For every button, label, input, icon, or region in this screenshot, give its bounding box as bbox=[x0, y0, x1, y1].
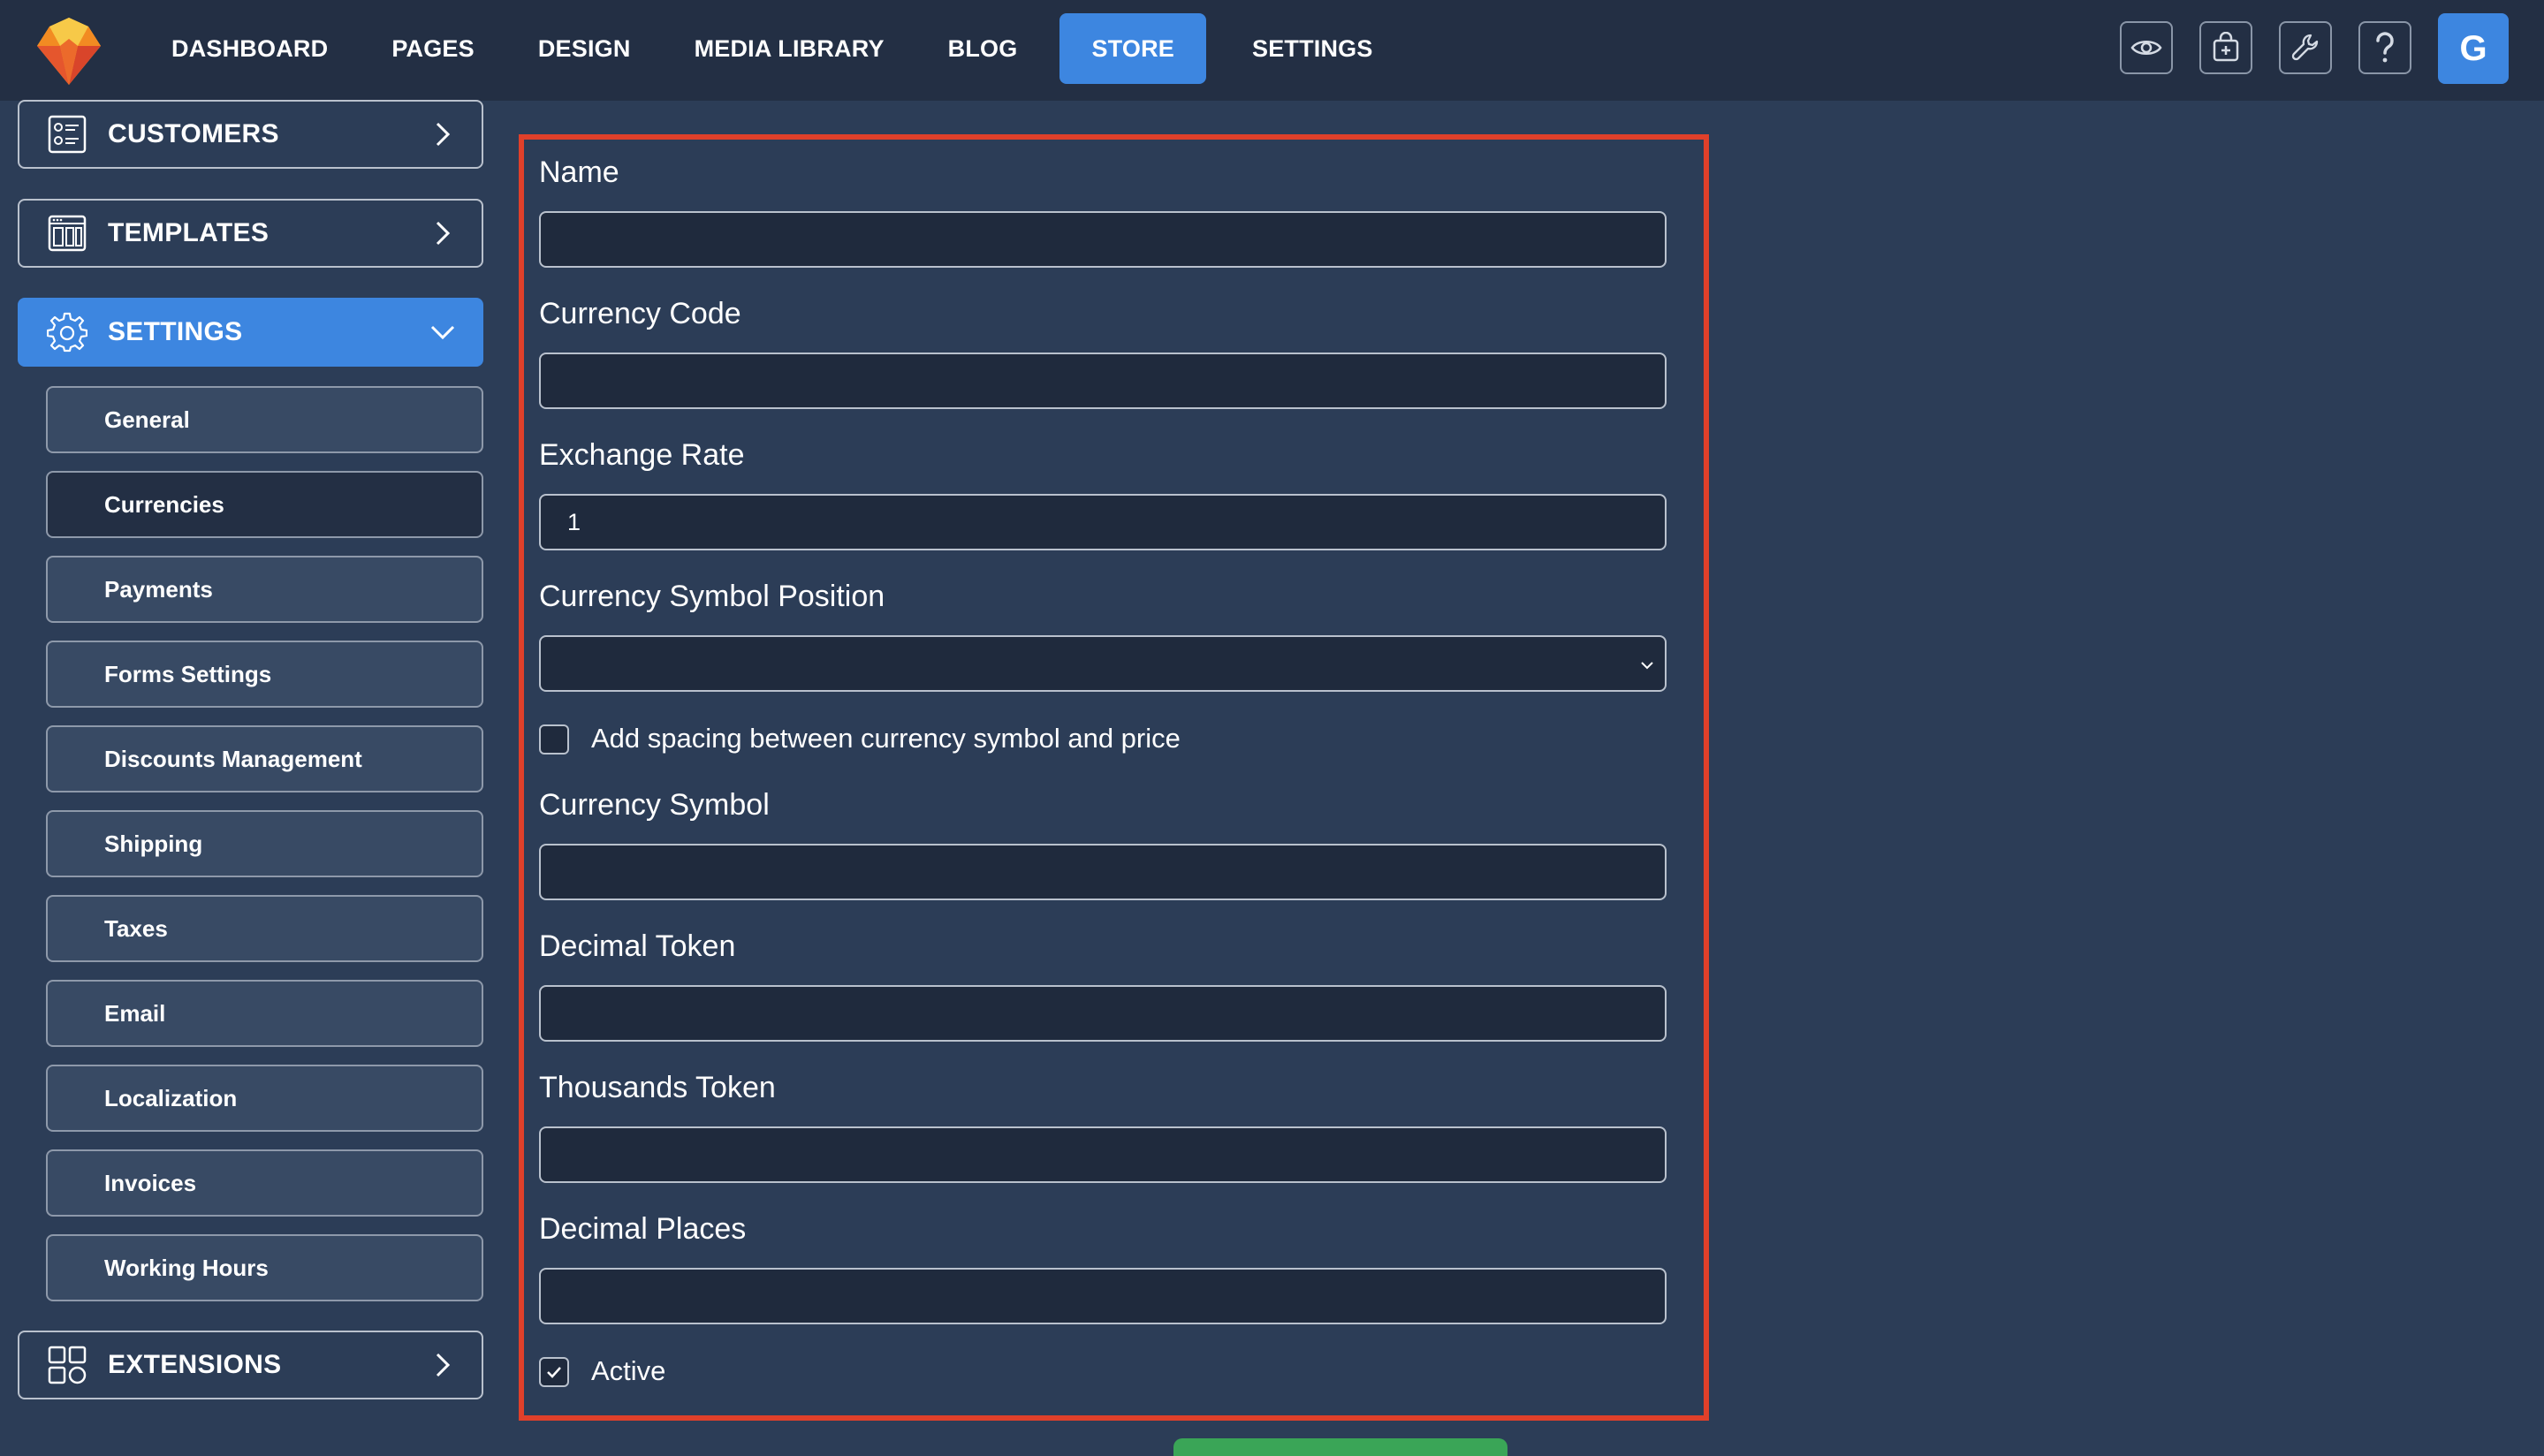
sidebar-section-templates[interactable]: TEMPLATES bbox=[18, 199, 483, 268]
sidebar-item-email[interactable]: Email bbox=[46, 980, 483, 1047]
eye-icon bbox=[2130, 41, 2162, 55]
decimal-places-label: Decimal Places bbox=[539, 1212, 747, 1246]
spacing-checkbox-label: Add spacing between currency symbol and … bbox=[591, 723, 1181, 754]
chevron-right-icon bbox=[425, 1347, 460, 1383]
exchange-rate-input[interactable]: 1 bbox=[539, 494, 1667, 550]
decimal-places-input[interactable] bbox=[539, 1268, 1667, 1324]
nav-store[interactable]: STORE bbox=[1059, 13, 1206, 84]
shopping-bag-plus-icon bbox=[2213, 32, 2239, 62]
extensions-icon bbox=[46, 1344, 88, 1386]
tools-button[interactable] bbox=[2279, 21, 2332, 74]
decimal-token-label: Decimal Token bbox=[539, 929, 736, 963]
sidebar-section-label: TEMPLATES bbox=[108, 218, 270, 247]
sidebar-item-taxes[interactable]: Taxes bbox=[46, 895, 483, 962]
sidebar-section-customers[interactable]: CUSTOMERS bbox=[18, 100, 483, 169]
templates-icon bbox=[46, 212, 88, 254]
sidebar-section-extensions[interactable]: EXTENSIONS bbox=[18, 1331, 483, 1399]
exchange-rate-label: Exchange Rate bbox=[539, 438, 745, 472]
currency-code-label: Currency Code bbox=[539, 297, 741, 330]
sidebar-item-discounts-management[interactable]: Discounts Management bbox=[46, 725, 483, 792]
sidebar-item-localization[interactable]: Localization bbox=[46, 1065, 483, 1132]
name-label: Name bbox=[539, 155, 619, 189]
sidebar-item-payments[interactable]: Payments bbox=[46, 556, 483, 623]
active-checkbox-label: Active bbox=[591, 1355, 666, 1386]
currency-symbol-label: Currency Symbol bbox=[539, 788, 770, 822]
checkmark-icon bbox=[547, 1367, 561, 1378]
active-checkbox[interactable] bbox=[539, 1357, 569, 1387]
nav-pages[interactable]: PAGES bbox=[374, 13, 492, 84]
question-icon bbox=[2376, 32, 2394, 63]
thousands-token-label: Thousands Token bbox=[539, 1071, 776, 1104]
sidebar-item-currencies[interactable]: Currencies bbox=[46, 471, 483, 538]
logo-icon[interactable] bbox=[32, 12, 106, 87]
decimal-token-input[interactable] bbox=[539, 985, 1667, 1042]
user-avatar[interactable]: G bbox=[2438, 13, 2509, 84]
sidebar-item-shipping[interactable]: Shipping bbox=[46, 810, 483, 877]
chevron-down-icon bbox=[425, 315, 460, 350]
nav-settings[interactable]: SETTINGS bbox=[1234, 13, 1391, 84]
symbol-position-label: Currency Symbol Position bbox=[539, 580, 885, 613]
currency-code-input[interactable] bbox=[539, 353, 1667, 409]
nav-dashboard[interactable]: DASHBOARD bbox=[154, 13, 346, 84]
customers-icon bbox=[46, 113, 88, 155]
top-navigation-bar: DASHBOARD PAGES DESIGN MEDIA LIBRARY BLO… bbox=[0, 0, 2544, 101]
save-button[interactable] bbox=[1173, 1438, 1507, 1456]
spacing-checkbox[interactable] bbox=[539, 724, 569, 755]
sidebar-item-general[interactable]: General bbox=[46, 386, 483, 453]
main-nav: DASHBOARD PAGES DESIGN MEDIA LIBRARY BLO… bbox=[154, 13, 1419, 84]
currency-symbol-input[interactable] bbox=[539, 844, 1667, 900]
preview-button[interactable] bbox=[2120, 21, 2173, 74]
nav-blog[interactable]: BLOG bbox=[930, 13, 1036, 84]
nav-media-library[interactable]: MEDIA LIBRARY bbox=[677, 13, 902, 84]
sidebar-section-label: CUSTOMERS bbox=[108, 119, 279, 148]
name-input[interactable] bbox=[539, 211, 1667, 268]
gear-icon bbox=[46, 311, 88, 353]
sidebar-item-working-hours[interactable]: Working Hours bbox=[46, 1234, 483, 1301]
chevron-right-icon bbox=[425, 216, 460, 251]
sidebar-section-label: EXTENSIONS bbox=[108, 1350, 282, 1379]
sidebar-item-forms-settings[interactable]: Forms Settings bbox=[46, 641, 483, 708]
thousands-token-input[interactable] bbox=[539, 1126, 1667, 1183]
symbol-position-select[interactable] bbox=[539, 635, 1667, 692]
sidebar-item-invoices[interactable]: Invoices bbox=[46, 1149, 483, 1217]
chevron-right-icon bbox=[425, 117, 460, 152]
help-button[interactable] bbox=[2358, 21, 2411, 74]
sidebar-section-settings[interactable]: SETTINGS bbox=[18, 298, 483, 367]
sidebar-section-label: SETTINGS bbox=[108, 317, 243, 346]
store-add-button[interactable] bbox=[2199, 21, 2252, 74]
wrench-icon bbox=[2291, 34, 2319, 61]
nav-design[interactable]: DESIGN bbox=[520, 13, 649, 84]
chevron-down-icon bbox=[1641, 662, 1653, 670]
